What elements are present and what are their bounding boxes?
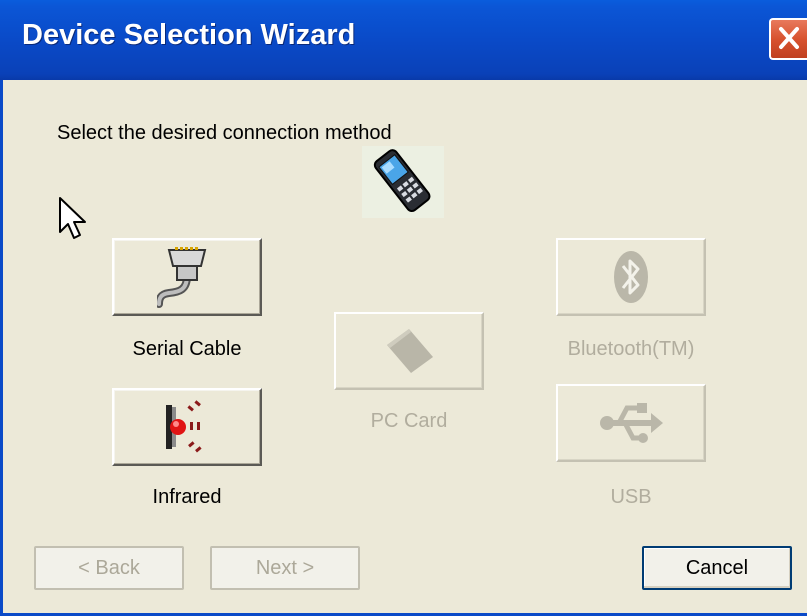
infrared-button[interactable]: [112, 388, 262, 466]
title-bar[interactable]: Device Selection Wizard: [0, 0, 807, 80]
device-selection-wizard-window: Device Selection Wizard Select the desir…: [0, 0, 807, 616]
usb-button[interactable]: [556, 384, 706, 462]
bluetooth-button[interactable]: [556, 238, 706, 316]
close-button[interactable]: [769, 18, 807, 60]
window-title: Device Selection Wizard: [22, 19, 356, 51]
serial-cable-icon: [157, 247, 207, 308]
mouse-cursor-icon: [59, 197, 86, 239]
usb-label: USB: [610, 486, 652, 508]
close-icon: [779, 27, 799, 49]
serial-cable-label: Serial Cable: [132, 338, 242, 360]
handheld-device-icon: [362, 146, 444, 218]
infrared-label: Infrared: [152, 486, 222, 508]
infrared-icon: [166, 400, 202, 453]
pc-card-label: PC Card: [370, 410, 448, 432]
next-button[interactable]: Next >: [210, 546, 360, 590]
usb-icon: [600, 403, 663, 443]
back-button[interactable]: < Back: [34, 546, 184, 590]
pc-card-icon: [387, 329, 433, 373]
pc-card-button[interactable]: [334, 312, 484, 390]
cancel-button[interactable]: Cancel: [642, 546, 792, 590]
bluetooth-icon: [614, 251, 648, 303]
serial-cable-button[interactable]: [112, 238, 262, 316]
instruction-text: Select the desired connection method: [57, 122, 392, 144]
bluetooth-label: Bluetooth(TM): [567, 338, 695, 360]
